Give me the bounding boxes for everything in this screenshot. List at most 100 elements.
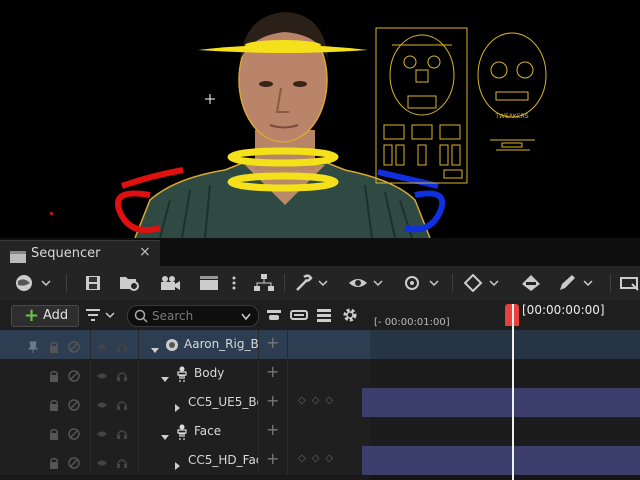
- chevron-right-icon[interactable]: [172, 456, 184, 470]
- lock-icon[interactable]: [48, 338, 60, 353]
- camera-icon[interactable]: [158, 272, 182, 294]
- track-color-stripe: [362, 388, 370, 417]
- chevron-right-icon[interactable]: [172, 398, 184, 412]
- key-navigation-icons[interactable]: ◇◇◇: [298, 395, 339, 406]
- sequencer-panel: Sequencer × + Add Search [- 00:00:01:00]…: [0, 238, 640, 480]
- add-button-label: Add: [43, 308, 69, 323]
- mute-icon[interactable]: [68, 454, 80, 469]
- track-row[interactable]: Body +: [0, 359, 370, 389]
- pin-icon[interactable]: [27, 338, 40, 353]
- hierarchy-icon[interactable]: [252, 272, 276, 294]
- track-lane[interactable]: [370, 359, 640, 388]
- mute-icon[interactable]: [68, 338, 80, 353]
- 3d-viewport[interactable]: TWEAKERS: [0, 0, 640, 238]
- tweakers-label: TWEAKERS: [494, 113, 528, 120]
- add-track-icon[interactable]: +: [266, 333, 279, 352]
- lock-icon[interactable]: [48, 425, 60, 440]
- playback-icon[interactable]: [620, 272, 640, 294]
- skeleton-icon: [175, 366, 191, 382]
- collapse-all-icon[interactable]: [266, 304, 282, 326]
- chevron-down-icon[interactable]: [241, 313, 251, 321]
- auto-key-icon[interactable]: [520, 272, 542, 294]
- face-control-board[interactable]: [375, 27, 468, 184]
- head-control-halo[interactable]: [198, 40, 368, 53]
- eye-icon[interactable]: [96, 367, 108, 379]
- track-lane[interactable]: [370, 330, 640, 359]
- track-row[interactable]: CC5_UE5_Bo + ◇◇◇: [0, 388, 370, 418]
- column-divider: [138, 359, 139, 388]
- lock-icon[interactable]: [48, 454, 60, 469]
- chevron-down-icon[interactable]: [150, 340, 162, 353]
- tools-dropdown-button[interactable]: [295, 272, 329, 294]
- track-row[interactable]: Aaron_Rig_B +: [0, 330, 370, 360]
- chevron-down-icon[interactable]: [160, 369, 172, 382]
- timeline-ruler[interactable]: [- 00:00:01:00] [00:00:00:00]: [370, 300, 640, 330]
- add-button[interactable]: + Add: [11, 305, 79, 327]
- track-section[interactable]: [370, 388, 640, 417]
- column-divider: [287, 388, 288, 417]
- headphones-icon[interactable]: [116, 396, 128, 410]
- timeline-tracks[interactable]: [370, 304, 640, 480]
- close-icon[interactable]: ×: [139, 244, 151, 260]
- key-navigation-icons[interactable]: ◇◇◇: [298, 453, 339, 464]
- column-divider: [258, 359, 259, 388]
- eye-icon[interactable]: [96, 454, 108, 466]
- add-track-icon[interactable]: +: [266, 391, 279, 410]
- save-icon[interactable]: [84, 272, 102, 294]
- track-outliner: Aaron_Rig_B + Body + CC5_UE5_Bo + ◇◇◇ Face + CC5_…: [0, 330, 370, 480]
- lock-icon[interactable]: [48, 367, 60, 382]
- track-section[interactable]: [370, 446, 640, 475]
- search-field[interactable]: [127, 305, 259, 327]
- character-head: [238, 12, 328, 143]
- mute-icon[interactable]: [68, 425, 80, 440]
- gear-icon[interactable]: [341, 304, 359, 326]
- playhead-time: [00:00:00:00]: [522, 303, 605, 317]
- tab-sequencer[interactable]: Sequencer ×: [0, 240, 160, 267]
- headphones-icon[interactable]: [116, 338, 128, 352]
- add-track-icon[interactable]: +: [266, 420, 279, 439]
- visibility-dropdown-button[interactable]: [348, 272, 384, 294]
- eye-icon[interactable]: [96, 338, 108, 350]
- track-row[interactable]: Face +: [0, 417, 370, 447]
- actor-icon: [165, 337, 181, 353]
- snapping-dropdown-button[interactable]: [402, 272, 440, 294]
- column-divider: [287, 446, 288, 475]
- tweakers-control-board[interactable]: [477, 32, 547, 151]
- list-view-icon[interactable]: [316, 304, 332, 326]
- mute-icon[interactable]: [68, 367, 80, 382]
- lock-icon[interactable]: [48, 396, 60, 411]
- track-label: Face: [194, 424, 222, 438]
- headphones-icon[interactable]: [116, 425, 128, 439]
- plus-icon: +: [24, 305, 40, 326]
- more-options-icon[interactable]: [230, 272, 238, 294]
- world-dropdown-button[interactable]: [14, 272, 54, 294]
- column-divider: [90, 359, 91, 388]
- sequencer-toolbar: [0, 266, 640, 301]
- filter-dropdown-button[interactable]: [84, 304, 118, 326]
- track-lane[interactable]: [370, 417, 640, 446]
- headphones-icon[interactable]: [116, 367, 128, 381]
- column-divider: [258, 417, 259, 446]
- add-track-icon[interactable]: +: [266, 362, 279, 381]
- key-interpolation-dropdown-button[interactable]: [464, 272, 500, 294]
- edit-dropdown-button[interactable]: [558, 272, 594, 294]
- clapperboard-icon: [10, 248, 26, 263]
- add-track-icon[interactable]: +: [266, 449, 279, 468]
- search-input[interactable]: [152, 307, 232, 325]
- track-label: Body: [194, 366, 225, 380]
- mute-icon[interactable]: [68, 396, 80, 411]
- column-divider: [138, 330, 139, 359]
- crosshair-icon: [205, 94, 215, 104]
- tab-label: Sequencer: [31, 246, 101, 261]
- track-row[interactable]: CC5_HD_Fac + ◇◇◇: [0, 446, 370, 476]
- render-movie-icon[interactable]: [198, 272, 220, 294]
- outliner-header: + Add: [0, 300, 370, 330]
- column-divider: [287, 417, 288, 446]
- column-divider: [138, 417, 139, 446]
- eye-icon[interactable]: [96, 396, 108, 408]
- eye-icon[interactable]: [96, 425, 108, 437]
- expand-all-icon[interactable]: [290, 304, 308, 326]
- headphones-icon[interactable]: [116, 454, 128, 468]
- find-asset-icon[interactable]: [118, 272, 142, 294]
- chevron-down-icon[interactable]: [160, 427, 172, 440]
